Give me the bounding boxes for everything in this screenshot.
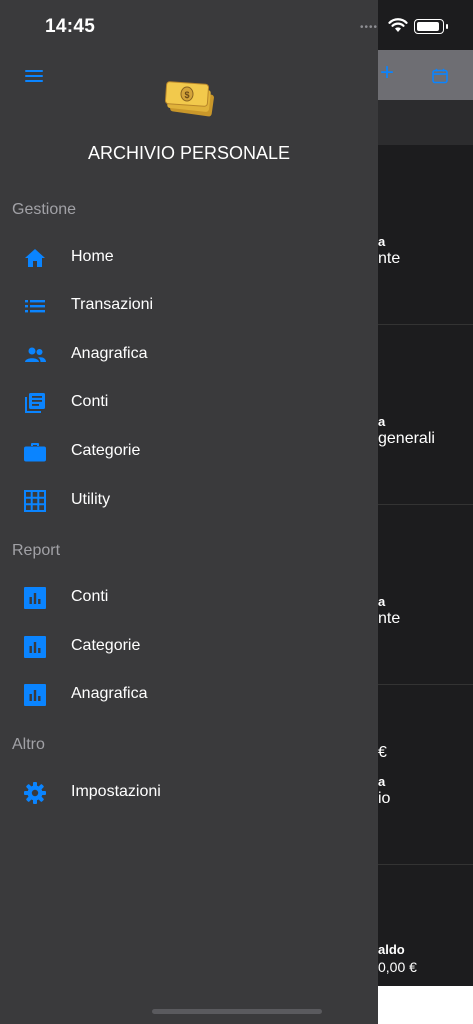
menu-item-label: Transazioni [71,296,154,313]
card-text: nte [378,610,401,627]
side-drawer: $ ARCHIVIO PERSONALE Gestione Home Trans… [0,0,378,1024]
money-stack-icon: $ [165,81,214,117]
footer-value: 0,00 € [378,959,417,975]
card-text: generali [378,430,435,447]
background-card[interactable]: € a io [378,685,473,865]
menu-item-label: Categorie [71,637,141,654]
hamburger-menu-icon[interactable] [25,70,43,84]
section-header-report: Report [12,542,61,559]
menu-item-categorie[interactable]: Categorie [0,430,378,474]
add-icon[interactable]: + [380,61,396,85]
card-text: io [378,790,391,807]
footer-label: aldo [378,942,405,957]
card-label: a [378,594,386,609]
menu-item-transazioni[interactable]: Transazioni [0,284,378,328]
menu-item-conti[interactable]: Conti [0,381,378,425]
background-subbar [378,100,473,145]
list-icon [25,300,45,313]
home-indicator[interactable] [152,1009,322,1014]
battery-tip [446,24,448,29]
gear-icon [24,782,46,804]
card-amount: € [378,744,387,761]
card-label: a [378,414,386,429]
home-icon [25,249,45,267]
menu-item-report-categorie[interactable]: Categorie [0,625,378,669]
library-books-icon [25,393,45,413]
svg-text:$: $ [184,90,189,100]
menu-item-impostazioni[interactable]: Impostazioni [0,771,378,815]
bar-chart-icon [24,587,46,609]
menu-item-report-anagrafica[interactable]: Anagrafica [0,673,378,717]
menu-item-anagrafica[interactable]: Anagrafica [0,333,378,377]
card-label: a [378,234,386,249]
background-bottom-bar [378,986,473,1024]
card-label: a [378,774,386,789]
menu-item-label: Anagrafica [71,345,148,362]
background-card[interactable]: a nte [378,145,473,325]
background-footer: aldo 0,00 € [378,902,473,986]
menu-item-home[interactable]: Home [0,236,378,280]
menu-item-label: Home [71,248,114,265]
battery-icon [414,19,444,34]
background-card[interactable]: a nte [378,505,473,685]
bar-chart-icon [24,636,46,658]
grid-icon [24,490,46,512]
menu-item-report-conti[interactable]: Conti [0,576,378,620]
status-time: 14:45 [45,16,96,37]
menu-item-label: Utility [71,491,111,508]
menu-item-label: Impostazioni [71,783,161,800]
menu-item-label: Anagrafica [71,685,148,702]
menu-item-label: Categorie [71,442,141,459]
background-card[interactable]: a generali [378,325,473,505]
status-bar: 14:45 •••• [0,0,473,50]
card-text: nte [378,250,401,267]
people-icon [25,347,46,362]
menu-item-label: Conti [71,393,109,410]
menu-item-utility[interactable]: Utility [0,479,378,523]
drawer-title: ARCHIVIO PERSONALE [87,143,291,163]
calendar-icon[interactable] [432,68,448,84]
bar-chart-icon [24,684,46,706]
briefcase-icon [24,443,46,462]
section-header-gestione: Gestione [12,201,77,218]
wifi-icon [388,18,408,32]
section-header-altro: Altro [12,736,45,753]
signal-dots-icon: •••• [360,22,379,33]
menu-item-label: Conti [71,588,109,605]
